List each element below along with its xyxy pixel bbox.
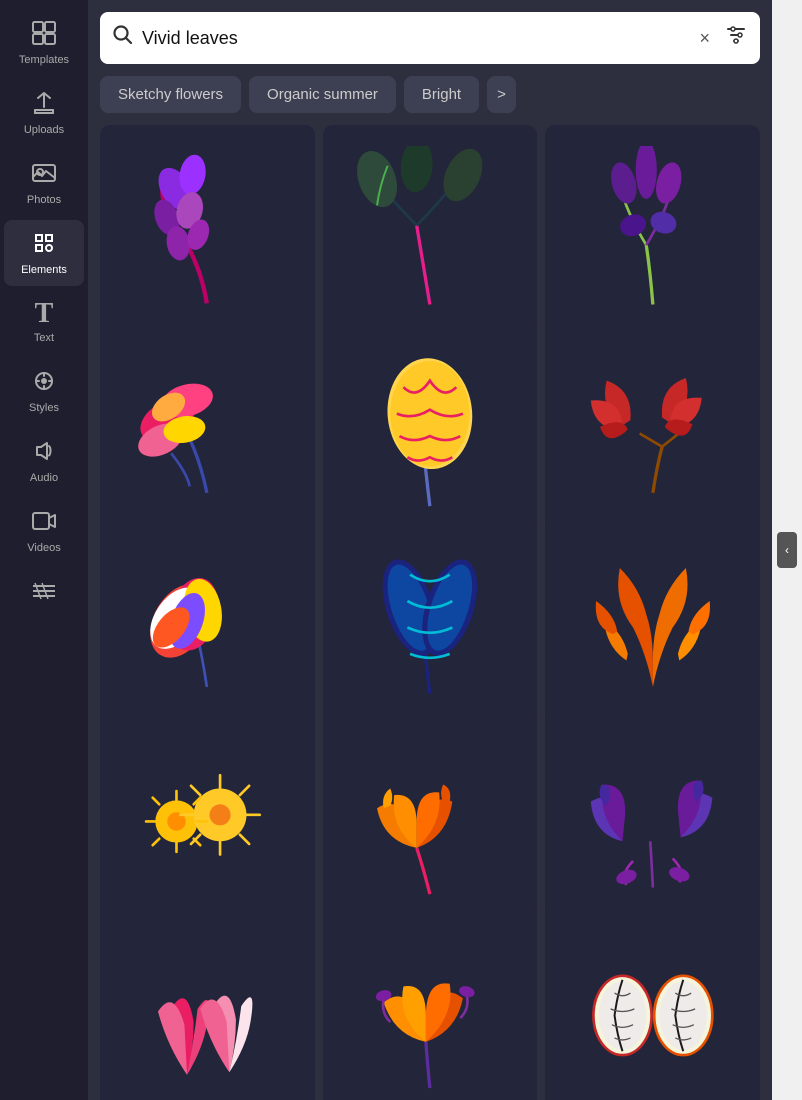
- tags-next-button[interactable]: >: [487, 76, 516, 113]
- main-panel: × Sketchy flowers Organic summer Bright …: [88, 0, 772, 1100]
- elements-icon: [31, 230, 57, 260]
- element-item-6[interactable]: [545, 319, 760, 534]
- element-item-5[interactable]: [323, 319, 538, 534]
- element-item-14[interactable]: [323, 902, 538, 1100]
- styles-icon: [31, 368, 57, 398]
- element-item-3[interactable]: [545, 125, 760, 340]
- sidebar-item-audio[interactable]: Audio: [4, 428, 84, 494]
- sidebar-item-elements[interactable]: Elements: [4, 220, 84, 286]
- sidebar-item-videos-label: Videos: [27, 542, 60, 554]
- sidebar-item-photos-label: Photos: [27, 194, 61, 206]
- templates-icon: [31, 20, 57, 50]
- element-item-10[interactable]: [100, 708, 315, 923]
- sidebar-item-audio-label: Audio: [30, 472, 58, 484]
- tag-bright[interactable]: Bright: [404, 76, 479, 113]
- sidebar: Templates Uploads Photos: [0, 0, 88, 1100]
- sidebar-item-photos[interactable]: Photos: [4, 150, 84, 216]
- sidebar-item-styles-label: Styles: [29, 402, 59, 414]
- elements-grid: [88, 121, 772, 1100]
- text-icon: T: [35, 300, 54, 328]
- videos-icon: [31, 508, 57, 538]
- search-icon: [112, 24, 134, 52]
- sidebar-item-videos[interactable]: Videos: [4, 498, 84, 564]
- sidebar-item-templates[interactable]: Templates: [4, 10, 84, 76]
- sidebar-item-uploads-label: Uploads: [24, 124, 64, 136]
- sidebar-item-background[interactable]: [4, 568, 84, 618]
- tags-row: Sketchy flowers Organic summer Bright >: [88, 72, 772, 121]
- element-item-2[interactable]: [323, 125, 538, 340]
- element-item-8[interactable]: [323, 513, 538, 728]
- element-item-15[interactable]: [545, 902, 760, 1100]
- audio-icon: [31, 438, 57, 468]
- uploads-icon: [31, 90, 57, 120]
- sidebar-item-text[interactable]: T Text: [4, 290, 84, 354]
- search-clear-button[interactable]: ×: [699, 28, 710, 49]
- element-item-12[interactable]: [545, 708, 760, 923]
- sidebar-item-styles[interactable]: Styles: [4, 358, 84, 424]
- right-panel: ‹: [772, 0, 802, 1100]
- background-icon: [31, 578, 57, 608]
- search-input[interactable]: [142, 28, 691, 49]
- element-item-9[interactable]: [545, 513, 760, 728]
- search-filter-button[interactable]: [724, 23, 748, 53]
- sidebar-item-text-label: Text: [34, 332, 54, 344]
- sidebar-item-elements-label: Elements: [21, 264, 67, 276]
- search-bar: ×: [100, 12, 760, 64]
- sidebar-item-uploads[interactable]: Uploads: [4, 80, 84, 146]
- photos-icon: [31, 160, 57, 190]
- tag-sketchy-flowers[interactable]: Sketchy flowers: [100, 76, 241, 113]
- element-item-1[interactable]: [100, 125, 315, 340]
- element-item-4[interactable]: [100, 319, 315, 534]
- sidebar-item-templates-label: Templates: [19, 54, 69, 66]
- element-item-7[interactable]: [100, 513, 315, 728]
- element-item-13[interactable]: [100, 902, 315, 1100]
- tag-organic-summer[interactable]: Organic summer: [249, 76, 396, 113]
- element-item-11[interactable]: [323, 708, 538, 923]
- collapse-button[interactable]: ‹: [777, 532, 797, 568]
